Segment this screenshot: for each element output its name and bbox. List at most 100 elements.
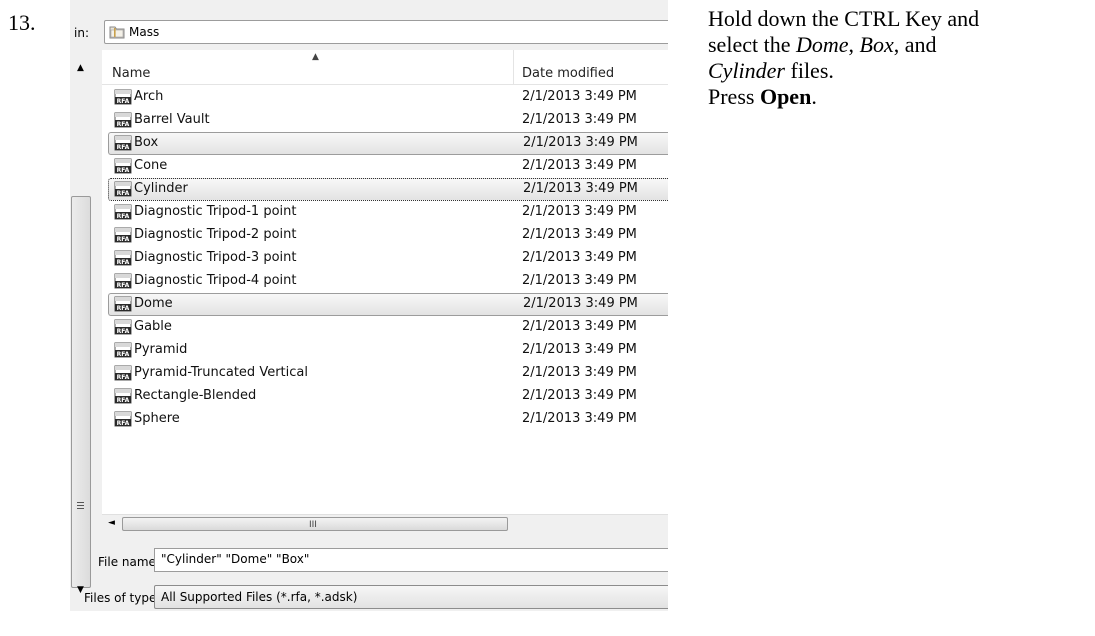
file-row[interactable]: RFA Diagnostic Tripod-1 point 2/1/2013 3:4… [102,201,668,224]
file-row[interactable]: RFA Pyramid-Truncated Vertical 2/1/2013 3:… [102,362,668,385]
rfa-file-icon: RFA [114,250,132,270]
file-row[interactable]: RFA Barrel Vault 2/1/2013 3:49 PM [102,109,668,132]
file-icon-text: RFA [117,328,130,335]
list-header: ▲ Name Date modified [102,50,668,85]
file-icon-text: RFA [117,420,130,427]
scrollbar-thumb[interactable] [71,196,91,588]
column-header-name[interactable]: Name [112,66,150,81]
file-name: Rectangle-Blended [134,388,257,403]
file-icon-text: RFA [117,397,130,404]
scroll-down-arrow-icon[interactable]: ▼ [77,586,84,595]
file-name: Diagnostic Tripod-1 point [134,204,297,219]
rfa-file-icon: RFA [114,158,132,178]
rfa-file-icon: RFA [114,319,132,339]
file-name-label: File name: [98,555,160,569]
instruction-text: Press [708,84,760,109]
file-row[interactable]: RFA Diagnostic Tripod-2 point 2/1/2013 3:4… [102,224,668,247]
instruction-dome: Dome [795,32,849,57]
file-row[interactable]: RFA Dome 2/1/2013 3:49 PM [108,293,668,316]
folder-icon [109,24,125,44]
file-name: Pyramid-Truncated Vertical [134,365,308,380]
file-row[interactable]: RFA Cone 2/1/2013 3:49 PM [102,155,668,178]
file-date-modified: 2/1/2013 3:49 PM [522,273,637,288]
file-row[interactable]: RFA Diagnostic Tripod-4 point 2/1/2013 3:4… [102,270,668,293]
file-row[interactable]: RFA Sphere 2/1/2013 3:49 PM [102,408,668,431]
file-icon-text: RFA [117,305,130,312]
file-row[interactable]: RFA Rectangle-Blended 2/1/2013 3:49 PM [102,385,668,408]
file-date-modified: 2/1/2013 3:49 PM [523,296,638,311]
file-date-modified: 2/1/2013 3:49 PM [522,342,637,357]
file-icon-text: RFA [117,259,130,266]
file-row[interactable]: RFA Box 2/1/2013 3:49 PM [108,132,668,155]
file-date-modified: 2/1/2013 3:49 PM [522,227,637,242]
file-icon-text: RFA [117,121,130,128]
file-list[interactable]: ▲ Name Date modified RFA Arch 2/1/2013 3:4… [102,50,668,525]
step-number: 13. [8,10,36,35]
file-date-modified: 2/1/2013 3:49 PM [522,319,637,334]
instructions: Hold down the CTRL Key and select the Do… [708,6,1088,110]
file-icon-text: RFA [117,167,130,174]
instruction-text: . [811,84,817,109]
file-name: Sphere [134,411,180,426]
rfa-file-icon: RFA [114,388,132,408]
rfa-file-icon: RFA [114,89,132,109]
file-date-modified: 2/1/2013 3:49 PM [523,181,638,196]
instruction-line-2: select the Dome, Box, and [708,32,1088,58]
file-row[interactable]: RFA Pyramid 2/1/2013 3:49 PM [102,339,668,362]
file-type-select[interactable]: All Supported Files (*.rfa, *.adsk) [154,585,668,609]
file-icon-text: RFA [117,144,130,151]
file-name: Pyramid [134,342,188,357]
file-icon-text: RFA [117,236,130,243]
file-icon-text: RFA [117,282,130,289]
file-name: Arch [134,89,164,104]
sort-ascending-icon: ▲ [312,52,319,62]
file-row[interactable]: RFA Diagnostic Tripod-3 point 2/1/2013 3:4… [102,247,668,270]
file-date-modified: 2/1/2013 3:49 PM [522,365,637,380]
column-header-date-modified[interactable]: Date modified [522,66,614,81]
look-in-label: in: [74,26,89,40]
column-divider[interactable] [513,50,514,84]
instruction-cylinder: Cylinder [708,58,785,83]
file-name: Diagnostic Tripod-3 point [134,250,297,265]
scroll-up-arrow-icon[interactable]: ▲ [77,64,84,73]
instruction-line-1: Hold down the CTRL Key and [708,6,980,31]
vertical-scrollbar[interactable]: ▲ ▼ [70,50,96,600]
rfa-file-icon: RFA [114,342,132,362]
rfa-file-icon: RFA [114,181,132,201]
horizontal-scrollbar[interactable]: ◄ III [102,514,668,533]
file-date-modified: 2/1/2013 3:49 PM [522,89,637,104]
instruction-text: select the [708,32,796,57]
rfa-file-icon: RFA [114,411,132,431]
file-name: Gable [134,319,172,334]
file-icon-text: RFA [117,213,130,220]
instruction-open: Open [759,84,812,109]
rfa-file-icon: RFA [114,204,132,224]
horizontal-scrollbar-thumb[interactable]: III [122,517,508,531]
file-row[interactable]: RFA Arch 2/1/2013 3:49 PM [102,86,668,109]
file-name: Diagnostic Tripod-4 point [134,273,297,288]
file-date-modified: 2/1/2013 3:49 PM [522,204,637,219]
rfa-file-icon: RFA [114,112,132,132]
file-name: Cylinder [134,181,188,196]
file-date-modified: 2/1/2013 3:49 PM [522,112,637,127]
file-name-field[interactable]: "Cylinder" "Dome" "Box" [154,548,668,572]
look-in-combo[interactable]: Mass [104,20,668,44]
file-date-modified: 2/1/2013 3:49 PM [522,158,637,173]
file-name: Diagnostic Tripod-2 point [134,227,297,242]
file-date-modified: 2/1/2013 3:49 PM [522,388,637,403]
instruction-text: , and [893,32,937,57]
instruction-line-4: Press Open. [708,84,1088,110]
file-name: Cone [134,158,168,173]
file-name: Barrel Vault [134,112,210,127]
rfa-file-icon: RFA [114,135,132,155]
rfa-file-icon: RFA [114,296,132,316]
file-row[interactable]: RFA Cylinder 2/1/2013 3:49 PM [108,178,668,201]
look-in-value: Mass [129,25,160,39]
file-row[interactable]: RFA Gable 2/1/2013 3:49 PM [102,316,668,339]
scroll-left-arrow-icon[interactable]: ◄ [108,518,115,528]
file-date-modified: 2/1/2013 3:49 PM [522,250,637,265]
file-type-label: Files of type: [84,591,161,605]
instruction-text: files. [785,58,834,83]
file-date-modified: 2/1/2013 3:49 PM [523,135,638,150]
instruction-text: , [848,32,860,57]
